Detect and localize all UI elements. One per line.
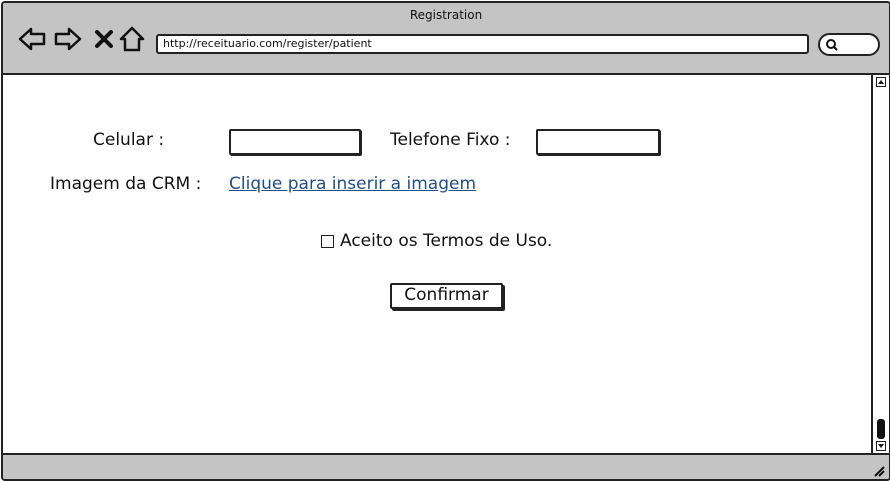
confirm-button[interactable]: Confirmar bbox=[390, 283, 503, 309]
search-icon bbox=[826, 39, 838, 51]
back-arrow-icon[interactable] bbox=[17, 25, 47, 53]
forward-arrow-icon[interactable] bbox=[53, 25, 83, 53]
url-bar[interactable]: http://receituario.com/register/patient bbox=[156, 34, 809, 54]
search-field[interactable] bbox=[818, 33, 880, 56]
title-bar: Registration http://receituario.com/regi… bbox=[3, 3, 889, 75]
scroll-thumb[interactable] bbox=[877, 419, 885, 439]
scroll-down-arrow-icon[interactable] bbox=[876, 441, 886, 451]
checkbox-box[interactable] bbox=[321, 234, 334, 248]
vertical-scrollbar[interactable] bbox=[871, 75, 889, 453]
window-title: Registration bbox=[409, 8, 483, 22]
page-content: Celular : Telefone Fixo : Imagem da CRM … bbox=[3, 75, 871, 453]
home-icon[interactable] bbox=[117, 25, 147, 53]
resize-grip-icon[interactable] bbox=[871, 463, 885, 477]
crm-image-label: Imagem da CRM : bbox=[50, 174, 202, 194]
status-bar bbox=[3, 453, 889, 479]
telefone-fixo-label: Telefone Fixo : bbox=[390, 130, 511, 150]
browser-window: Registration http://receituario.com/regi… bbox=[1, 1, 890, 481]
telefone-fixo-input[interactable] bbox=[536, 129, 660, 155]
scroll-up-arrow-icon[interactable] bbox=[876, 77, 886, 87]
celular-label: Celular : bbox=[93, 130, 165, 150]
terms-label: Aceito os Termos de Uso. bbox=[340, 231, 553, 251]
terms-checkbox[interactable]: Aceito os Termos de Uso. bbox=[321, 231, 552, 251]
insert-image-link[interactable]: Clique para inserir a imagem bbox=[229, 174, 476, 194]
celular-input[interactable] bbox=[229, 129, 361, 155]
close-x-icon[interactable] bbox=[89, 25, 119, 53]
